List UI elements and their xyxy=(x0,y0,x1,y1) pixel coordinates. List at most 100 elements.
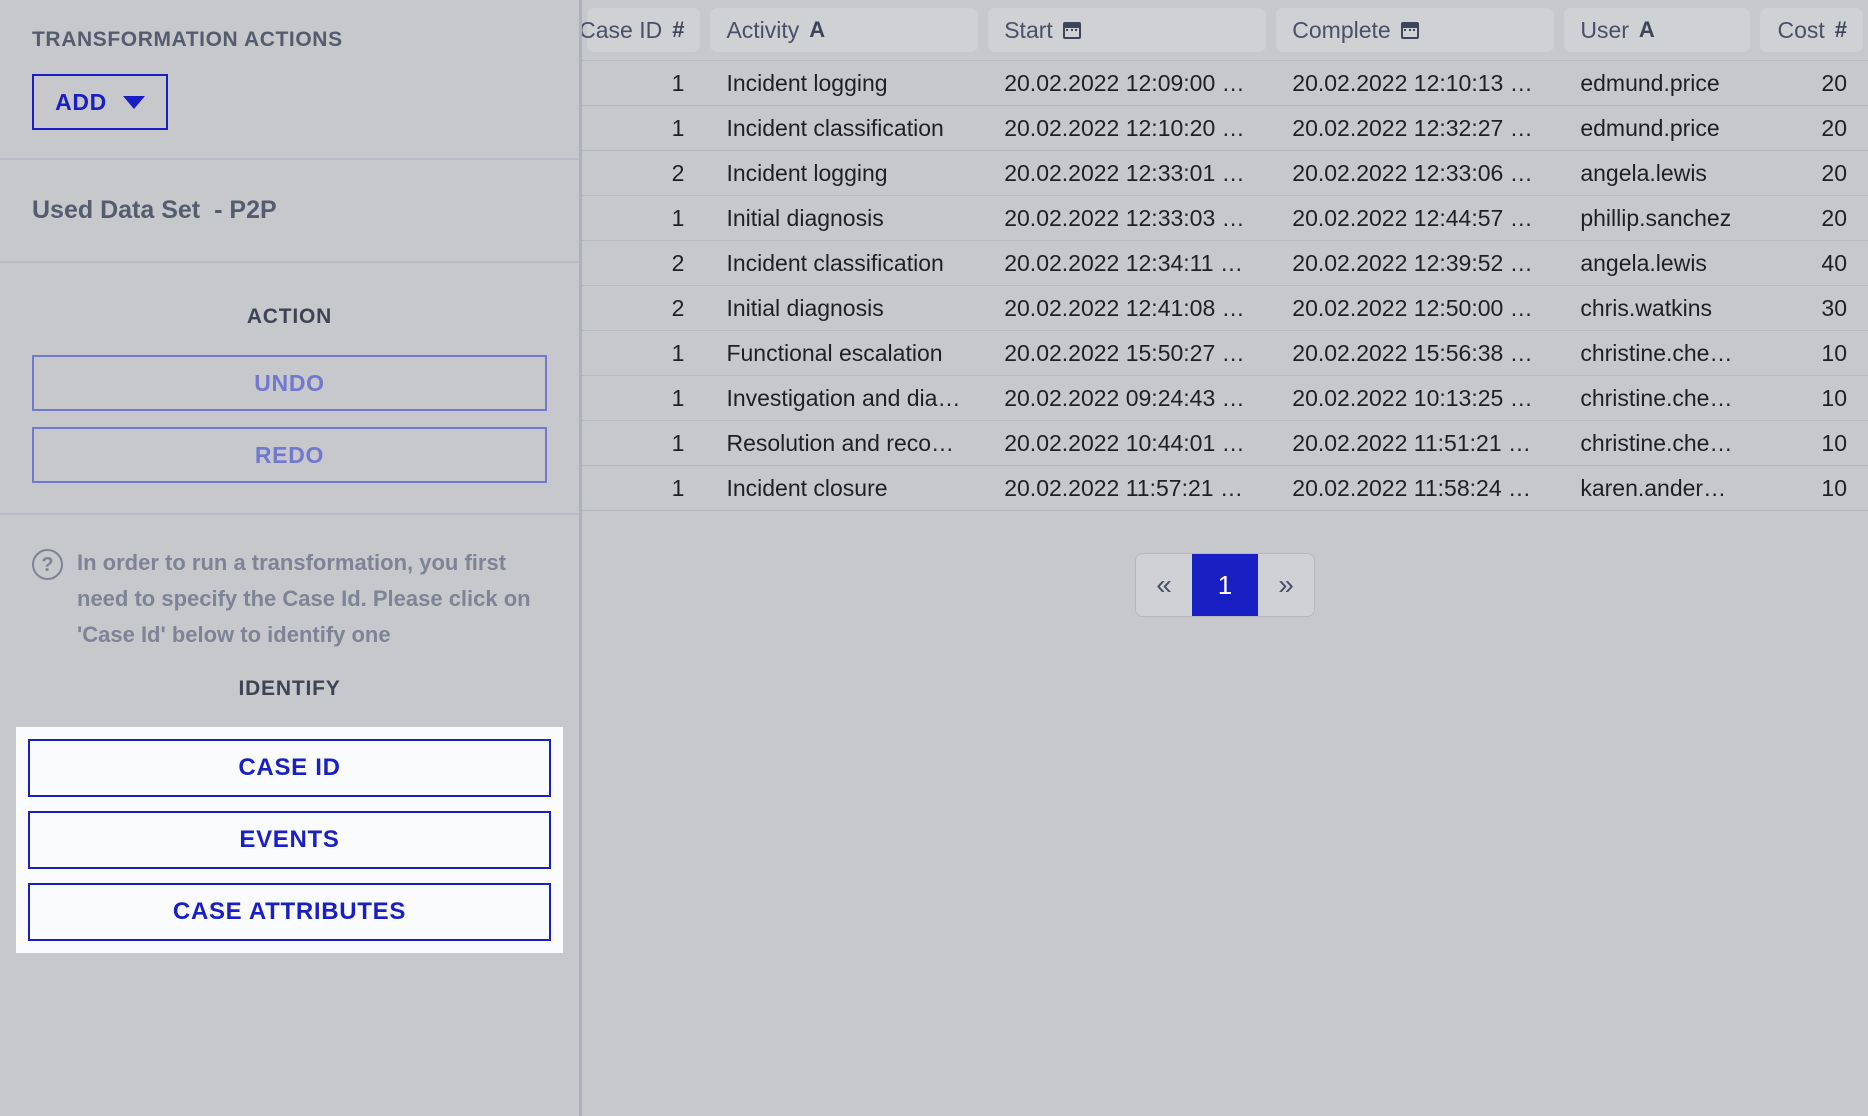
cell-complete: 20.02.2022 12:39:52 UTC xyxy=(1271,240,1560,286)
table-row[interactable]: 1 Initial diagnosis 20.02.2022 12:33:03 UT… xyxy=(582,195,1868,241)
page-title: TRANSFORMATION ACTIONS xyxy=(32,28,343,51)
case-id-button[interactable]: CASE ID xyxy=(28,739,551,797)
pager-group: « 1 » xyxy=(1135,553,1315,617)
cell-activity: Initial diagnosis xyxy=(705,285,984,331)
pagination-prev-button[interactable]: « xyxy=(1136,554,1192,616)
table-row[interactable]: 1 Incident closure 20.02.2022 11:57:21 UTC… xyxy=(582,465,1868,511)
add-button[interactable]: ADD xyxy=(32,74,168,130)
cell-complete: 20.02.2022 12:10:13 UTC xyxy=(1271,60,1560,106)
used-dataset-section: Used Data Set - P2P xyxy=(0,160,579,263)
redo-button[interactable]: REDO xyxy=(32,427,547,483)
table-row[interactable]: 2 Incident logging 20.02.2022 12:33:01 UTC… xyxy=(582,150,1868,196)
column-header-label: User xyxy=(1580,16,1629,43)
cell-case-id: 1 xyxy=(582,195,706,241)
identify-section: ? In order to run a transformation, you … xyxy=(0,515,579,1116)
cell-activity: Incident closure xyxy=(705,465,984,511)
case-attributes-button[interactable]: CASE ATTRIBUTES xyxy=(28,883,551,941)
cell-complete: 20.02.2022 10:13:25 UTC xyxy=(1271,375,1560,421)
question-circle-icon: ? xyxy=(32,549,63,580)
cell-user: karen.anderson xyxy=(1559,465,1755,511)
table-row[interactable]: 1 Incident logging 20.02.2022 12:09:00 UTC… xyxy=(582,60,1868,106)
column-header-chip[interactable]: Cost # xyxy=(1759,8,1863,52)
cell-cost: 10 xyxy=(1754,330,1868,376)
cell-case-id: 2 xyxy=(582,240,706,286)
add-button-label: ADD xyxy=(55,88,107,115)
cell-complete: 20.02.2022 12:33:06 UTC xyxy=(1271,150,1560,196)
column-header-label: Case ID xyxy=(582,16,663,43)
column-header-label: Complete xyxy=(1292,16,1391,43)
identify-hint-text: In order to run a transformation, you fi… xyxy=(77,550,531,647)
cell-activity: Incident logging xyxy=(705,150,984,196)
cell-start: 20.02.2022 12:33:03 UTC xyxy=(983,195,1272,241)
column-header-cost[interactable]: Cost # xyxy=(1755,0,1868,61)
chevron-down-icon xyxy=(122,95,145,109)
column-header-label: Start xyxy=(1004,16,1053,43)
column-header-user[interactable]: User A xyxy=(1559,0,1754,61)
table-row[interactable]: 2 Initial diagnosis 20.02.2022 12:41:08 UT… xyxy=(582,285,1868,331)
transformation-sidebar: TRANSFORMATION ACTIONS ADD Used Data Set… xyxy=(0,0,582,1116)
pagination-page-1-button[interactable]: 1 xyxy=(1192,554,1258,616)
cell-activity: Investigation and diagnosis xyxy=(705,375,984,421)
cell-complete: 20.02.2022 12:44:57 UTC xyxy=(1271,195,1560,241)
undo-button[interactable]: UNDO xyxy=(32,355,547,411)
table-row[interactable]: 1 Incident classification 20.02.2022 12:10… xyxy=(582,105,1868,151)
table-row[interactable]: 2 Incident classification 20.02.2022 12:34… xyxy=(582,240,1868,286)
cell-cost: 20 xyxy=(1754,105,1868,151)
table-body: 1 Incident logging 20.02.2022 12:09:00 UTC… xyxy=(582,60,1868,511)
cell-user: angela.lewis xyxy=(1559,150,1755,196)
cell-user: christine.chenal xyxy=(1559,420,1755,466)
cell-start: 20.02.2022 11:57:21 UTC xyxy=(983,465,1272,511)
column-header-chip[interactable]: User A xyxy=(1564,8,1750,52)
cell-start: 20.02.2022 12:09:00 UTC xyxy=(983,60,1272,106)
cell-user: phillip.sanchez xyxy=(1559,195,1755,241)
identify-heading: IDENTIFY xyxy=(238,677,341,700)
column-header-start[interactable]: Start xyxy=(983,0,1271,61)
cell-start: 20.02.2022 12:34:11 UTC xyxy=(983,240,1272,286)
cell-user: edmund.price xyxy=(1559,60,1755,106)
cell-case-id: 2 xyxy=(582,150,706,196)
cell-activity: Incident logging xyxy=(705,60,984,106)
cell-user: christine.chenal xyxy=(1559,375,1755,421)
cell-start: 20.02.2022 09:24:43 UTC xyxy=(983,375,1272,421)
column-header-complete[interactable]: Complete xyxy=(1271,0,1559,61)
column-header-chip[interactable]: Complete xyxy=(1276,8,1555,52)
transformation-actions-section: TRANSFORMATION ACTIONS ADD xyxy=(0,0,579,160)
cell-cost: 20 xyxy=(1754,60,1868,106)
event-log-table: Case ID # Activity A Start Complete User A Cost #… xyxy=(582,0,1868,511)
hash-icon: # xyxy=(1834,17,1847,42)
column-header-case-id[interactable]: Case ID # xyxy=(582,0,705,61)
cell-cost: 20 xyxy=(1754,195,1868,241)
cell-case-id: 1 xyxy=(582,465,706,511)
cell-activity: Incident classification xyxy=(705,240,984,286)
column-header-label: Cost xyxy=(1777,16,1825,43)
cell-start: 20.02.2022 12:33:01 UTC xyxy=(983,150,1272,196)
cell-start: 20.02.2022 15:50:27 UTC xyxy=(983,330,1272,376)
table-row[interactable]: 1 Resolution and recovery 20.02.2022 10:44… xyxy=(582,420,1868,466)
cell-user: angela.lewis xyxy=(1559,240,1755,286)
cell-case-id: 1 xyxy=(582,105,706,151)
events-button[interactable]: EVENTS xyxy=(28,811,551,869)
pagination: « 1 » xyxy=(582,553,1868,617)
cell-cost: 10 xyxy=(1754,420,1868,466)
event-log-panel: Case ID # Activity A Start Complete User A Cost #… xyxy=(582,0,1868,1116)
hash-icon: # xyxy=(672,17,685,42)
cell-user: christine.chenal xyxy=(1559,330,1755,376)
cell-complete: 20.02.2022 12:50:00 UTC xyxy=(1271,285,1560,331)
cell-start: 20.02.2022 12:41:08 UTC xyxy=(983,285,1272,331)
column-header-activity[interactable]: Activity A xyxy=(705,0,983,61)
cell-cost: 10 xyxy=(1754,375,1868,421)
cell-cost: 40 xyxy=(1754,240,1868,286)
table-row[interactable]: 1 Functional escalation 20.02.2022 15:50:2… xyxy=(582,330,1868,376)
action-heading: ACTION xyxy=(246,305,333,328)
table-row[interactable]: 1 Investigation and diagnosis 20.02.2022 0… xyxy=(582,375,1868,421)
column-header-chip[interactable]: Start xyxy=(988,8,1267,52)
column-header-chip[interactable]: Activity A xyxy=(710,8,979,52)
cell-complete: 20.02.2022 15:56:38 UTC xyxy=(1271,330,1560,376)
cell-complete: 20.02.2022 12:32:27 UTC xyxy=(1271,105,1560,151)
cell-activity: Incident classification xyxy=(705,105,984,151)
cell-cost: 20 xyxy=(1754,150,1868,196)
cell-case-id: 2 xyxy=(582,285,706,331)
pagination-next-button[interactable]: » xyxy=(1258,554,1314,616)
cell-activity: Resolution and recovery xyxy=(705,420,984,466)
column-header-chip[interactable]: Case ID # xyxy=(582,8,701,52)
